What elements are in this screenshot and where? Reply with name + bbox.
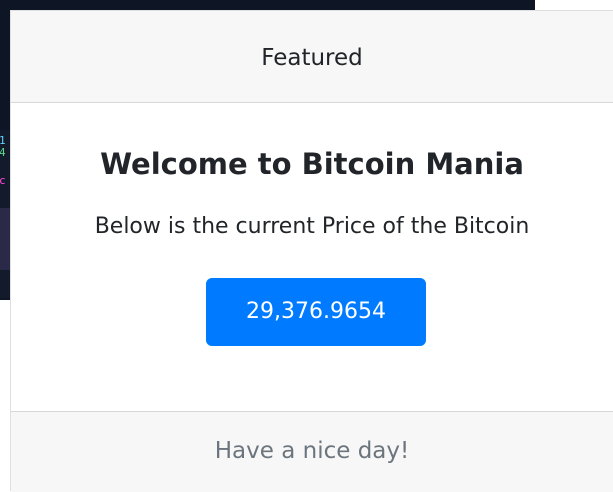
card-header: Featured bbox=[11, 11, 613, 103]
card-body: Welcome to Bitcoin Mania Below is the cu… bbox=[11, 103, 613, 411]
card-title: Welcome to Bitcoin Mania bbox=[100, 147, 524, 181]
price-description: Below is the current Price of the Bitcoi… bbox=[94, 214, 530, 239]
bitcoin-price-button[interactable]: 29,376.9654 bbox=[206, 278, 426, 346]
card-footer: Have a nice day! bbox=[11, 411, 613, 492]
featured-card: Featured Welcome to Bitcoin Mania Below … bbox=[10, 10, 613, 492]
page-corner-fragment bbox=[535, 0, 613, 10]
